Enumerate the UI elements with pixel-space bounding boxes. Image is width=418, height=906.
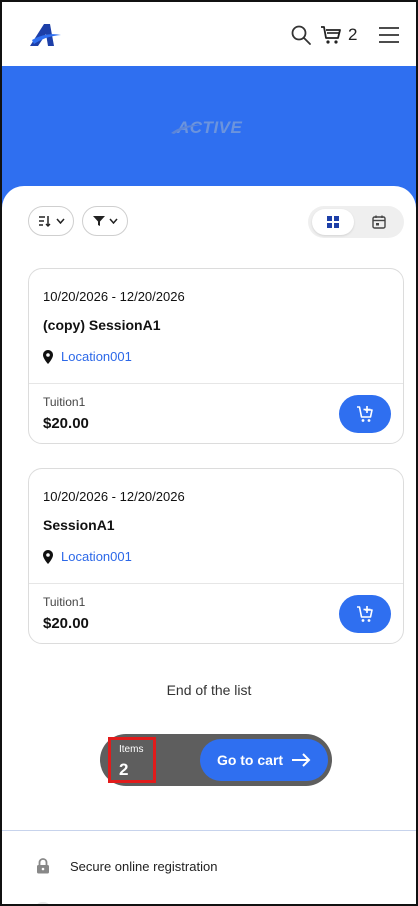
app-frame: 2 ACTIVE 10/20/2026 - 12/20/2026 (copy) …: [0, 0, 418, 906]
view-toggle: [308, 206, 404, 238]
session-dates: 10/20/2026 - 12/20/2026: [43, 289, 185, 304]
cart-icon: [321, 26, 341, 44]
sort-icon: [38, 216, 50, 227]
card-divider: [29, 583, 403, 584]
chevron-down-icon: [108, 218, 118, 224]
top-nav-bar: 2: [2, 2, 416, 66]
location-pin-icon: [43, 349, 53, 364]
grid-view-icon: [327, 216, 339, 228]
items-label: Items: [119, 744, 144, 755]
filter-button[interactable]: [82, 206, 128, 236]
secure-registration-text: Secure online registration: [70, 858, 218, 874]
list-toolbar: [28, 206, 404, 238]
menu-icon[interactable]: [378, 26, 400, 44]
active-a-logo-icon[interactable]: [28, 22, 62, 48]
swoosh-icon: [171, 124, 201, 134]
arrow-right-icon: [292, 753, 311, 767]
grid-view-button[interactable]: [312, 209, 354, 235]
add-to-cart-icon: [357, 406, 373, 422]
session-title[interactable]: (copy) SessionA1: [43, 317, 160, 333]
calendar-view-button[interactable]: [358, 209, 400, 235]
search-icon[interactable]: [290, 24, 312, 46]
sort-button[interactable]: [28, 206, 74, 236]
content-panel: 10/20/2026 - 12/20/2026 (copy) SessionA1…: [2, 186, 416, 826]
session-location: Location001: [61, 349, 132, 364]
session-location: Location001: [61, 549, 132, 564]
items-summary-highlight: Items 2: [108, 737, 156, 783]
add-to-cart-icon: [357, 606, 373, 622]
card-divider: [29, 383, 403, 384]
session-location-link[interactable]: Location001: [43, 549, 132, 564]
session-card[interactable]: 10/20/2026 - 12/20/2026 (copy) SessionA1…: [28, 268, 404, 444]
secure-registration-row: Secure online registration: [36, 858, 217, 874]
go-to-cart-button[interactable]: Go to cart: [200, 739, 328, 781]
session-card[interactable]: 10/20/2026 - 12/20/2026 SessionA1 Locati…: [28, 468, 404, 644]
calendar-view-icon: [372, 215, 386, 229]
fee-price: $20.00: [43, 615, 89, 632]
items-count: 2: [119, 760, 129, 779]
floating-cart-bar: Items 2 Go to cart: [100, 734, 332, 786]
end-of-list-text: End of the list: [166, 682, 252, 698]
footer-divider: [2, 830, 416, 831]
fee-price: $20.00: [43, 415, 89, 432]
fee-name: Tuition1: [43, 395, 86, 409]
chevron-down-icon: [55, 218, 65, 224]
header-cart-count: 2: [348, 25, 358, 44]
location-pin-icon: [43, 549, 53, 564]
header-cart-button[interactable]: 2: [320, 24, 357, 46]
lock-icon: [37, 858, 49, 874]
session-dates: 10/20/2026 - 12/20/2026: [43, 489, 185, 504]
session-title[interactable]: SessionA1: [43, 517, 115, 533]
fee-name: Tuition1: [43, 595, 86, 609]
go-to-cart-label: Go to cart: [216, 752, 284, 768]
filter-icon: [92, 216, 105, 226]
add-to-cart-button[interactable]: [339, 595, 391, 633]
session-location-link[interactable]: Location001: [43, 349, 132, 364]
footer-icon-partial: [36, 902, 50, 904]
add-to-cart-button[interactable]: [339, 395, 391, 433]
active-banner-logo: ACTIVE: [171, 118, 242, 138]
